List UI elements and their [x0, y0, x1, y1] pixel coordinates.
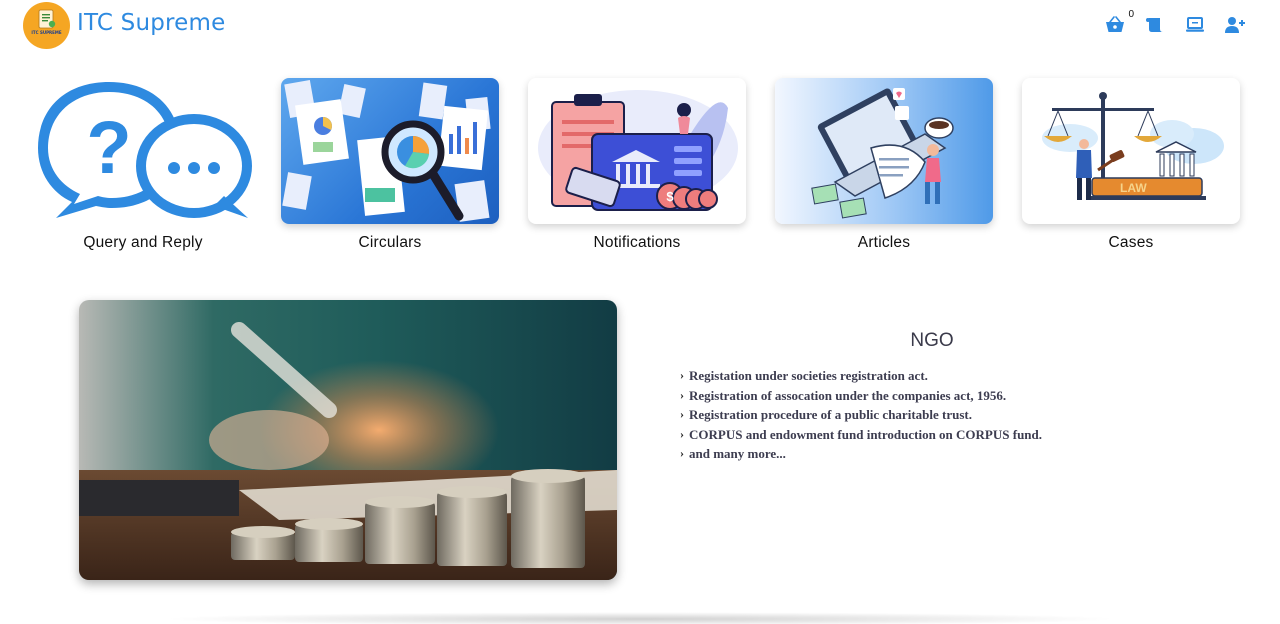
- chevron-right-icon: ›: [680, 426, 684, 441]
- add-user-icon[interactable]: [1224, 14, 1246, 36]
- card-query-and-reply[interactable]: ? Query and Reply: [34, 78, 252, 252]
- list-item-text: Registration of assocation under the com…: [689, 387, 1007, 403]
- basket-icon[interactable]: 0: [1104, 9, 1134, 36]
- list-item-text: Registation under societies registration…: [689, 368, 928, 383]
- footer-shadow: [160, 612, 1120, 624]
- list-item: › Registration procedure of a public char…: [680, 405, 1042, 425]
- card-notifications[interactable]: $ Notifications: [528, 78, 746, 252]
- logo-emblem-icon: [38, 9, 56, 29]
- notifications-image: $: [528, 78, 746, 224]
- cases-image: LAW: [1022, 78, 1240, 224]
- card-label: Query and Reply: [83, 234, 203, 251]
- list-item-text: Registration procedure of a public chari…: [689, 407, 972, 423]
- card-circulars[interactable]: Circulars: [281, 78, 499, 252]
- list-item-text: CORPUS and endowment fund introduction o…: [689, 426, 1043, 442]
- card-label: Cases: [1108, 234, 1154, 251]
- feature-list: › Registation under societies registratio…: [680, 366, 1042, 464]
- list-item: › Registation under societies registratio…: [680, 366, 1042, 386]
- circulars-image: [281, 78, 499, 224]
- articles-image: [775, 78, 993, 224]
- logo[interactable]: ITC SUPREME: [23, 2, 70, 49]
- list-item: › and many more...: [680, 444, 1042, 464]
- card-label: Articles: [857, 234, 911, 251]
- card-label: Notifications: [593, 234, 681, 251]
- svg-text:$: $: [666, 189, 674, 204]
- cases-book-text: LAW: [1120, 181, 1147, 195]
- logo-text: ITC SUPREME: [31, 30, 62, 35]
- category-cards: ? Query and Reply Circulars $ Notificati…: [34, 78, 1246, 258]
- header-actions: 0: [1104, 9, 1246, 36]
- brand-title[interactable]: ITC Supreme: [77, 10, 226, 36]
- svg-text:?: ?: [86, 106, 131, 189]
- laptop-icon[interactable]: [1184, 14, 1206, 36]
- cart-count-badge: 0: [1128, 9, 1134, 20]
- header: ITC SUPREME ITC Supreme 0: [0, 0, 1280, 60]
- list-item: › Registration of assocation under the co…: [680, 386, 1042, 406]
- card-articles[interactable]: Articles: [775, 78, 993, 252]
- chevron-right-icon: ›: [680, 446, 684, 461]
- chevron-right-icon: ›: [680, 387, 684, 402]
- card-cases[interactable]: LAW Cases: [1022, 78, 1240, 252]
- feature-title: NGO: [910, 330, 954, 351]
- card-label: Circulars: [358, 234, 422, 251]
- feature-image: [79, 300, 617, 580]
- list-item-text: and many more...: [689, 446, 786, 462]
- chevron-right-icon: ›: [680, 368, 684, 382]
- scroll-icon[interactable]: [1144, 14, 1166, 36]
- chevron-right-icon: ›: [680, 407, 684, 422]
- query-reply-icon: ?: [34, 78, 252, 224]
- list-item: › CORPUS and endowment fund introduction …: [680, 425, 1042, 445]
- page: ITC SUPREME ITC Supreme 0 ? Query and Re…: [0, 0, 1280, 624]
